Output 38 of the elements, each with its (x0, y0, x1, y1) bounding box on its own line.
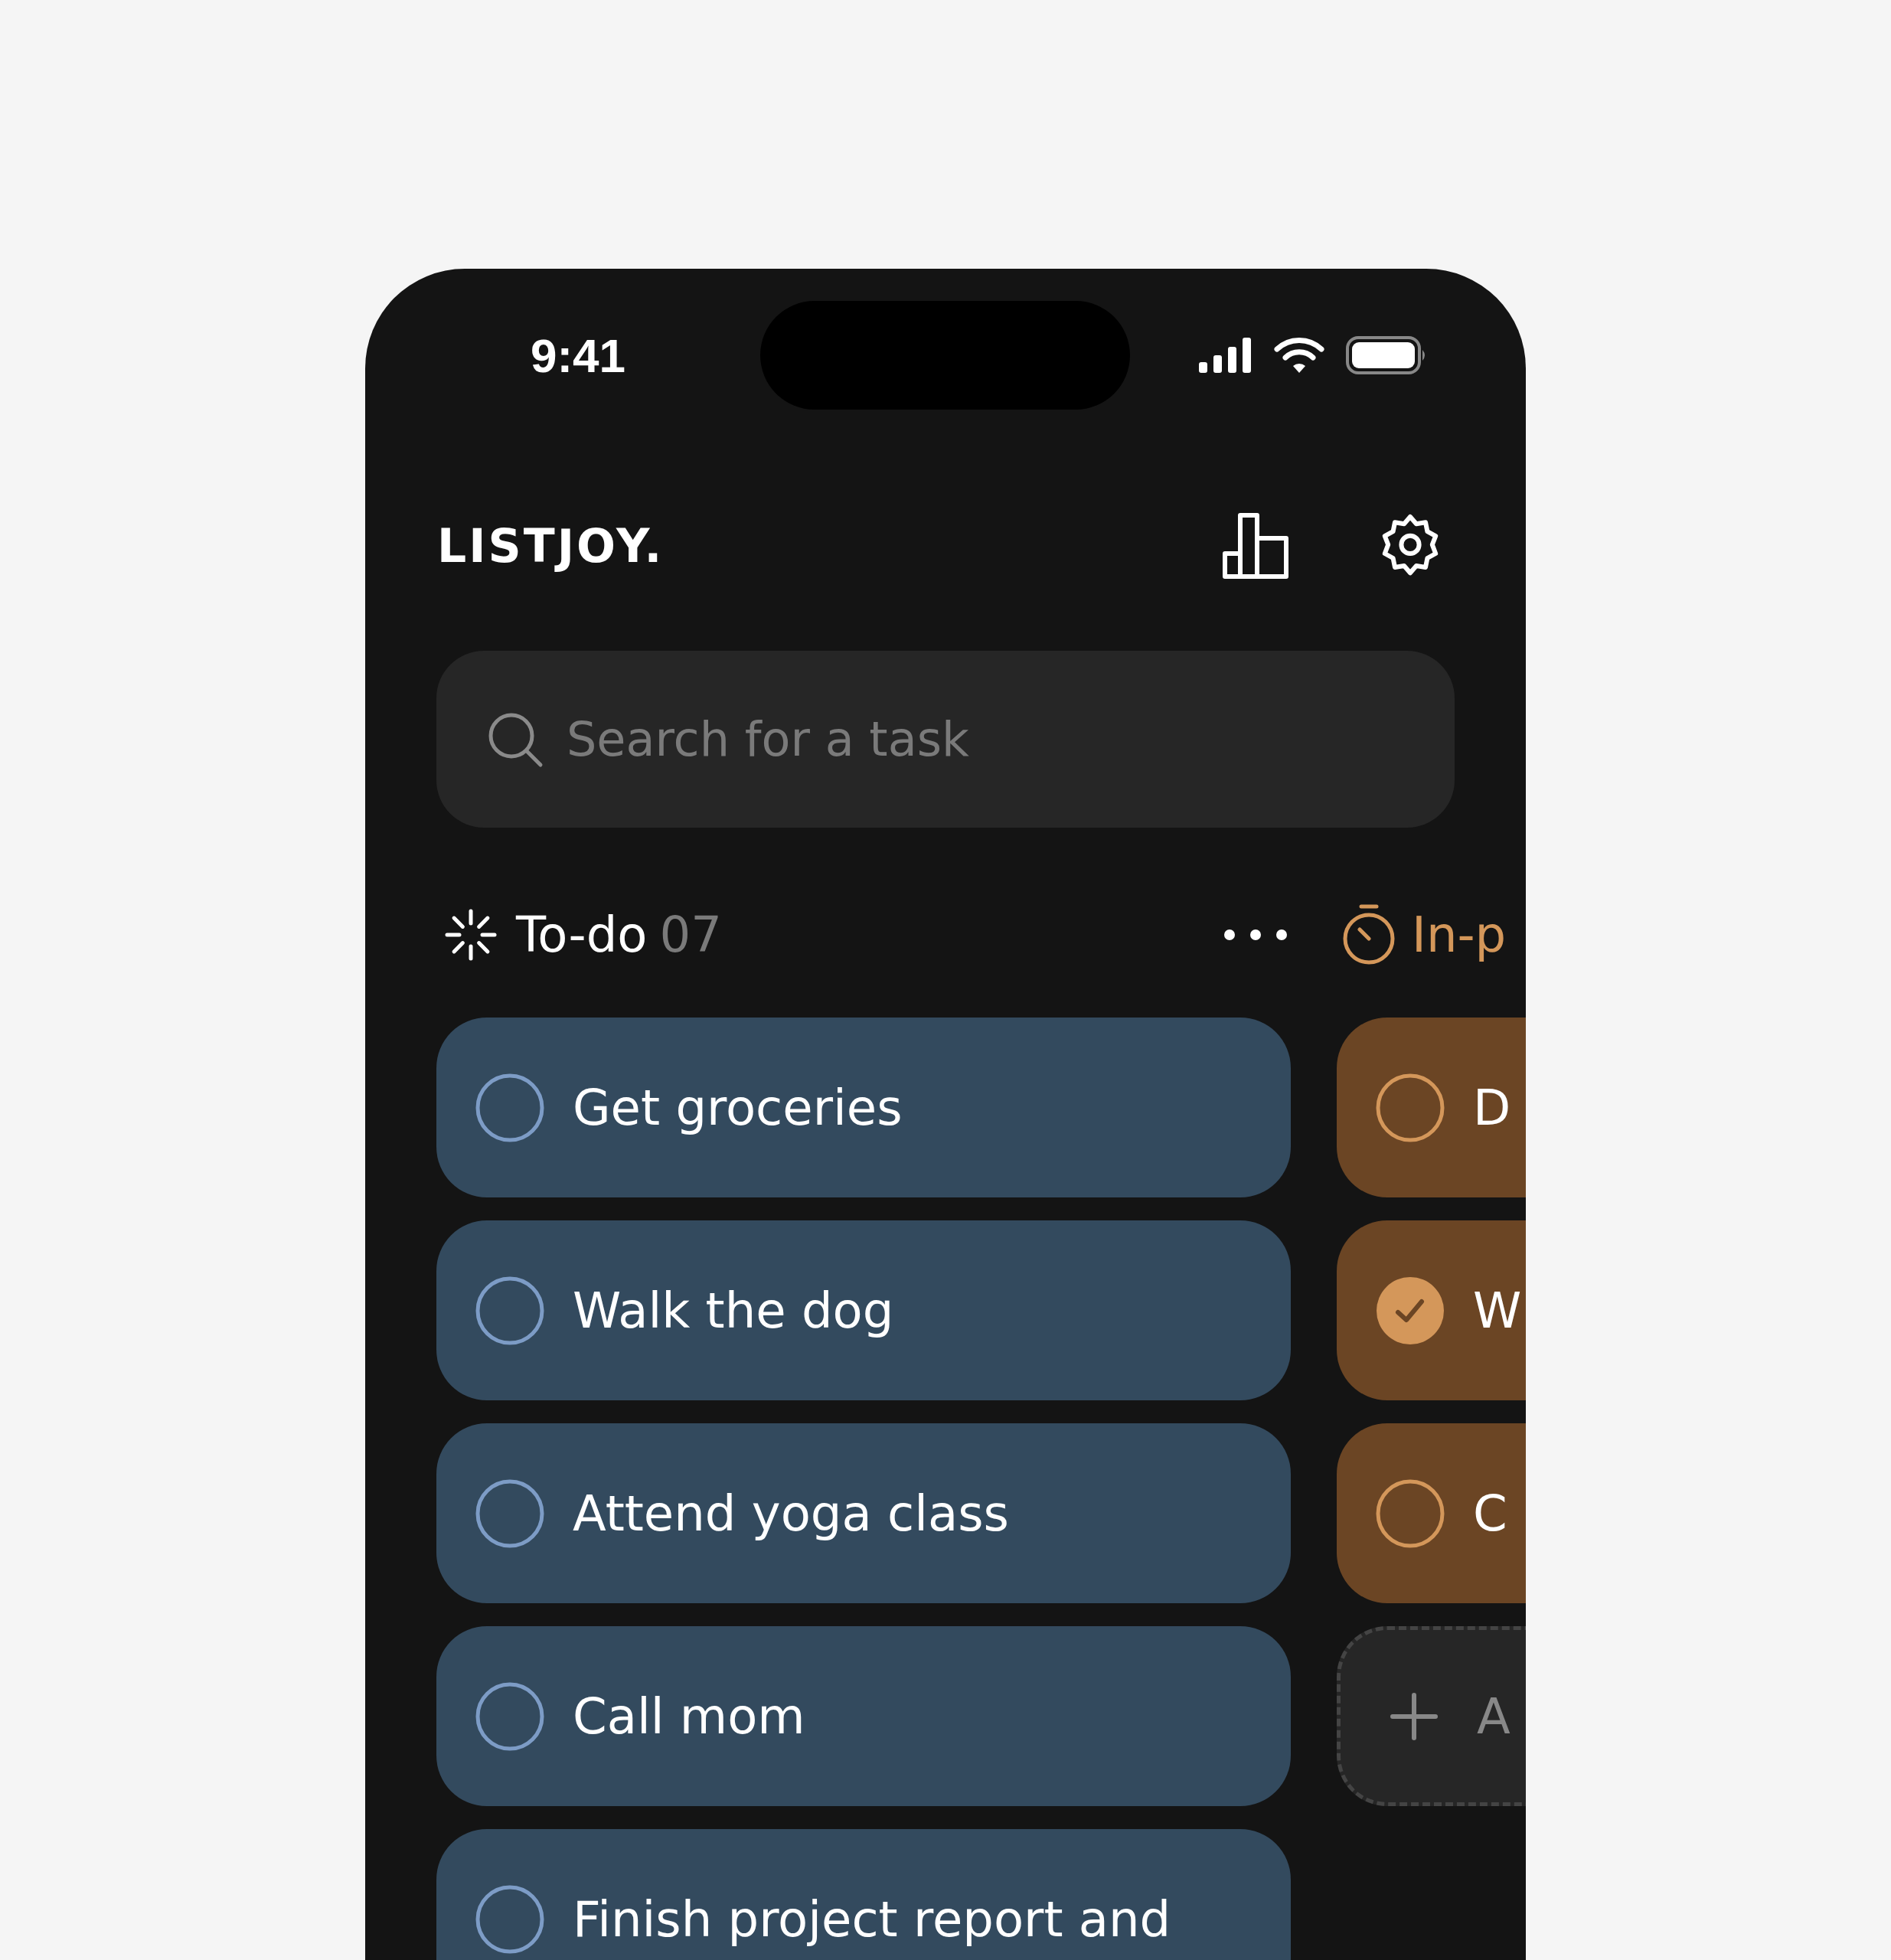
status-time: 9:41 (529, 328, 626, 383)
checkbox-circle-icon[interactable] (475, 1883, 545, 1955)
task-card[interactable]: D (1337, 1018, 1526, 1197)
checked-circle-icon[interactable] (1375, 1275, 1445, 1346)
add-task-button[interactable]: A (1337, 1626, 1526, 1806)
task-card[interactable]: Get groceries (436, 1018, 1291, 1197)
checkbox-circle-icon[interactable] (475, 1478, 545, 1549)
checkbox-circle-icon[interactable] (475, 1681, 545, 1752)
task-title: Call mom (573, 1687, 805, 1745)
task-title: Get groceries (573, 1079, 903, 1136)
signal-icon (1198, 338, 1253, 373)
task-title: C (1473, 1485, 1507, 1542)
task-card[interactable]: Walk the dog (436, 1220, 1291, 1400)
bar-chart-icon[interactable] (1222, 512, 1289, 580)
checkbox-circle-icon[interactable] (475, 1072, 545, 1143)
column-title: In-p (1412, 906, 1507, 963)
task-title: Walk the dog (573, 1282, 894, 1339)
task-title: D (1473, 1079, 1511, 1136)
column-title: To-do (516, 906, 648, 963)
task-card[interactable]: Attend yoga class (436, 1423, 1291, 1603)
task-title: W (1473, 1282, 1522, 1339)
task-card[interactable]: W (1337, 1220, 1526, 1400)
wifi-icon (1273, 337, 1324, 374)
checkbox-circle-icon[interactable] (1375, 1072, 1445, 1143)
more-icon[interactable] (1223, 929, 1288, 941)
search-field[interactable]: Search for a task (565, 710, 1424, 768)
task-card[interactable]: Finish project report and (436, 1829, 1291, 1960)
task-card[interactable]: C (1337, 1423, 1526, 1603)
stopwatch-icon (1341, 903, 1396, 966)
task-count: 07 (659, 906, 722, 963)
task-title: Finish project report and (573, 1890, 1171, 1948)
app-logo: LISTJOY. (437, 519, 665, 573)
search-bar[interactable]: Search for a task (436, 651, 1455, 828)
checkbox-circle-icon[interactable] (1375, 1478, 1445, 1549)
battery-icon (1345, 336, 1427, 374)
checkbox-circle-icon[interactable] (475, 1275, 545, 1346)
task-title: Attend yoga class (573, 1485, 1009, 1542)
task-card[interactable]: Call mom (436, 1626, 1291, 1806)
